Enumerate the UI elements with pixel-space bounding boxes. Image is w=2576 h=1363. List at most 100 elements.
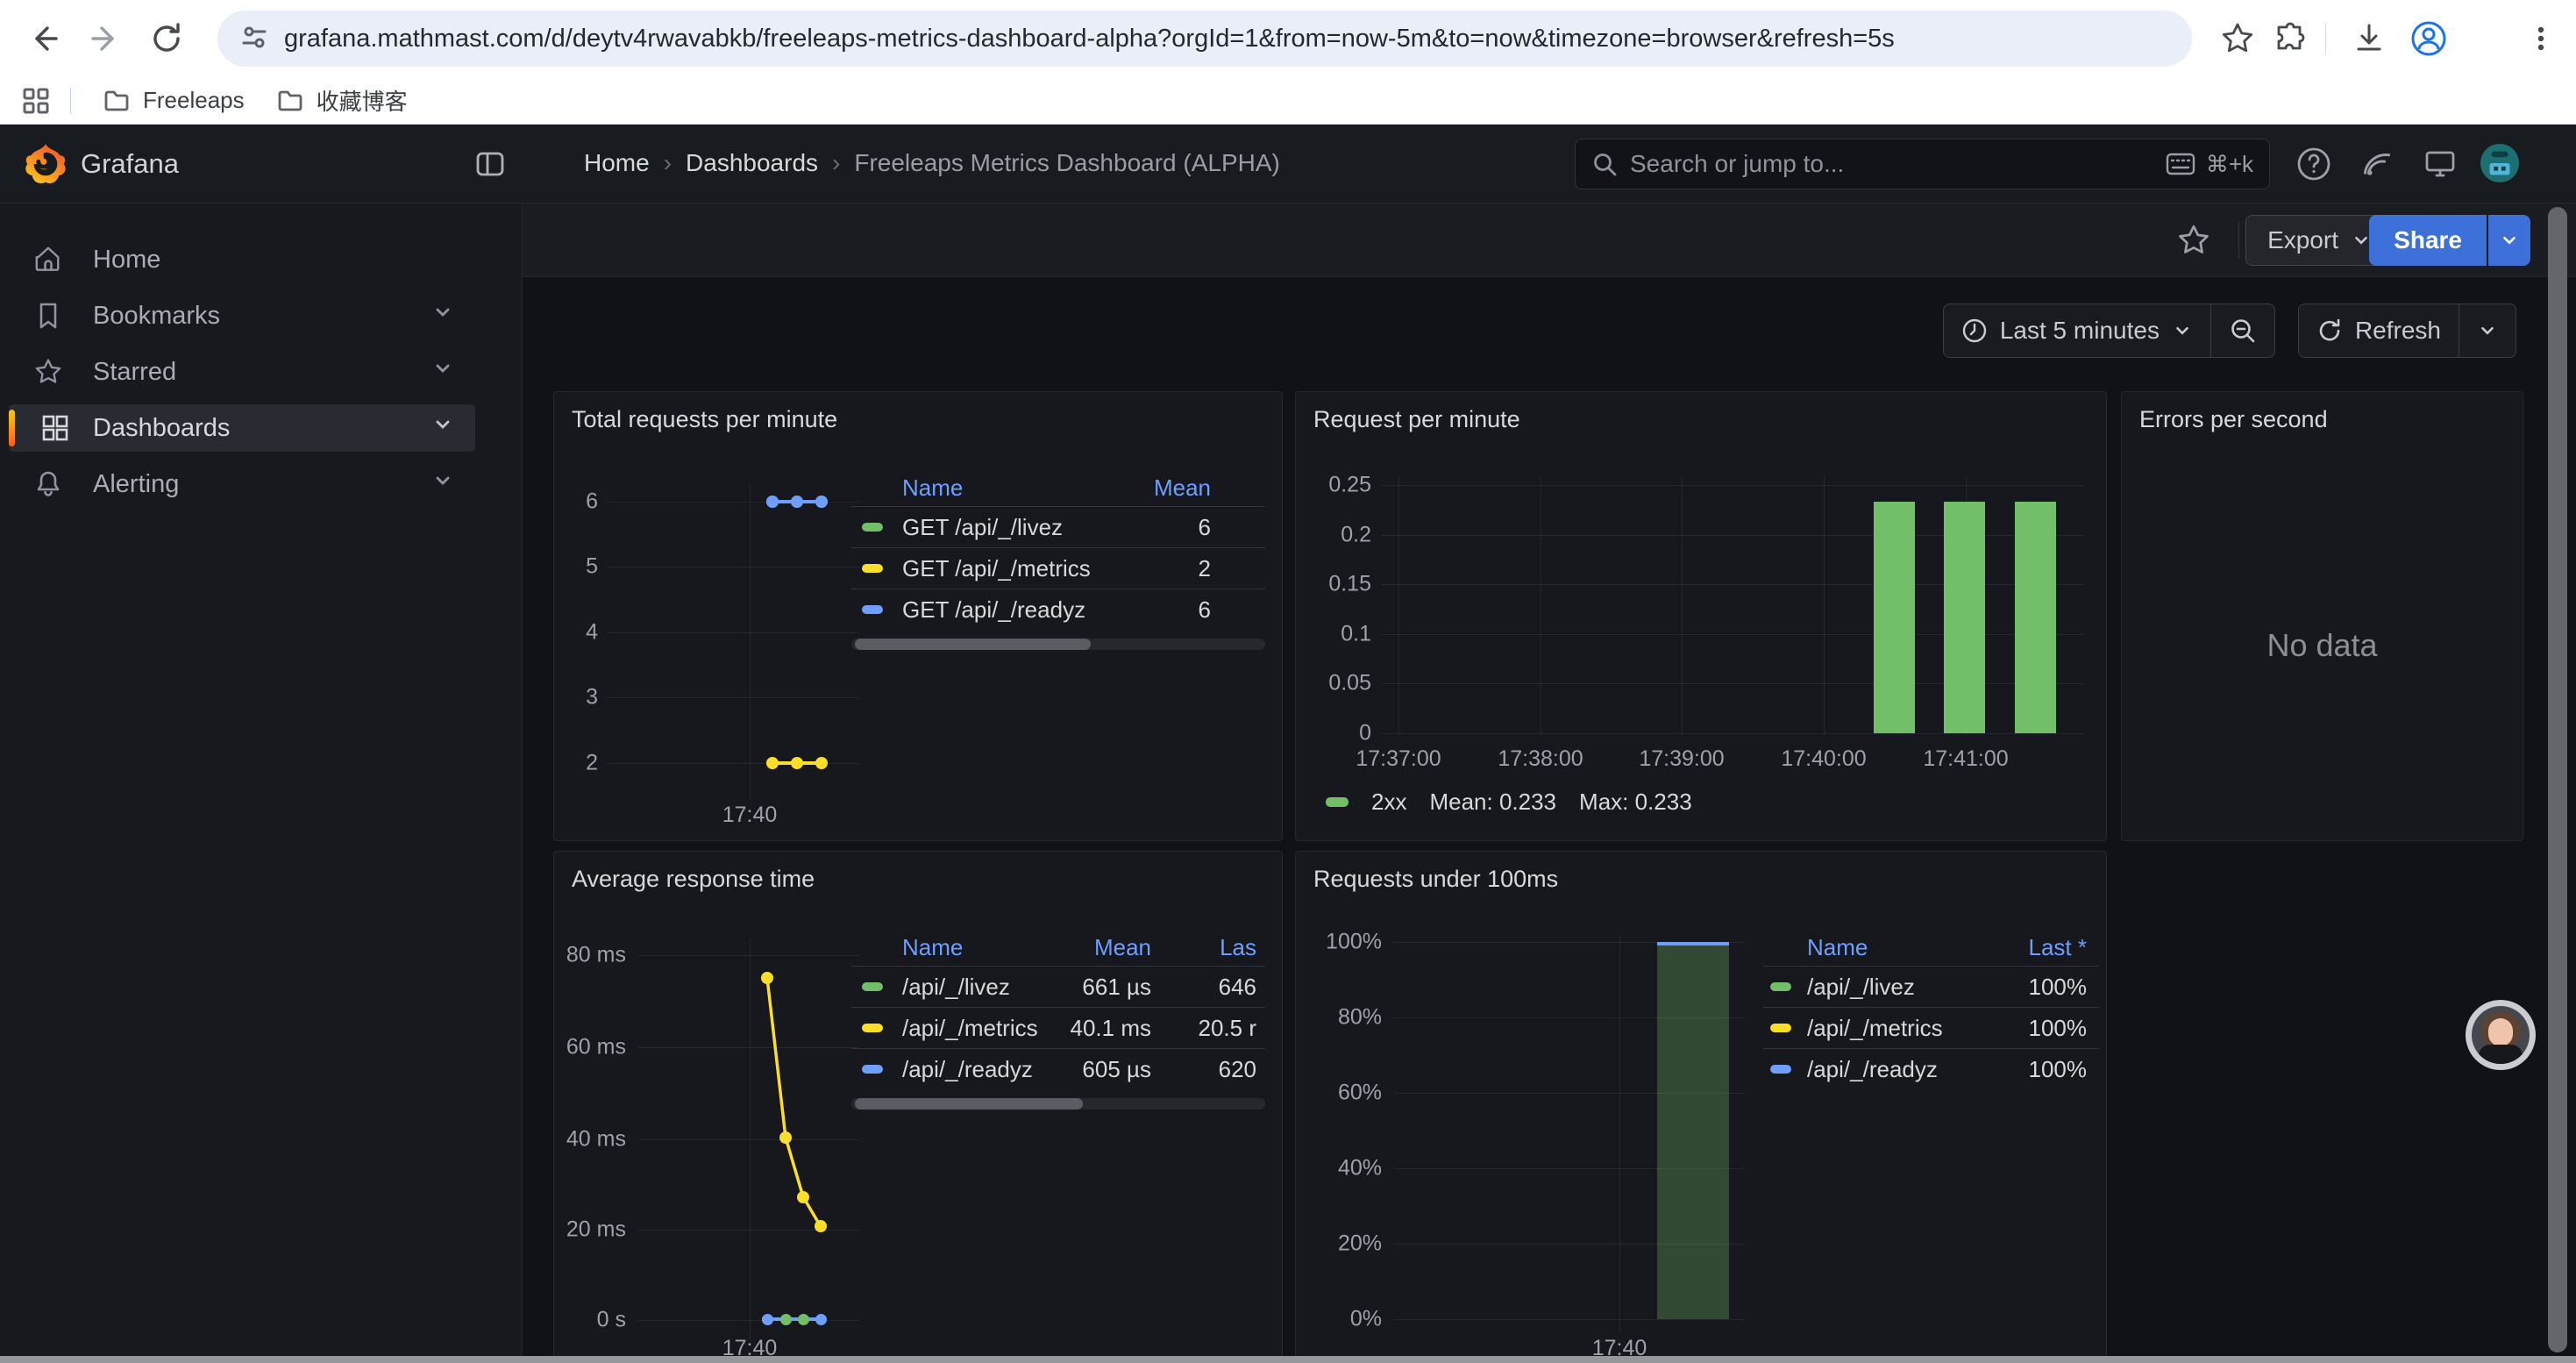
grafana-logo[interactable]	[25, 143, 67, 185]
floating-assistant-avatar[interactable]	[2466, 1000, 2536, 1070]
legend-row[interactable]: /api/_/readyz 605 µs 620	[851, 1048, 1265, 1089]
legend[interactable]: 2xx Mean: 0.233 Max: 0.233	[1326, 789, 1692, 816]
search-shortcut: ⌘+k	[2206, 151, 2253, 178]
panel-title[interactable]: Total requests per minute	[572, 406, 837, 433]
news-button[interactable]	[2357, 144, 2397, 184]
legend-col-mean[interactable]: Mean	[1110, 475, 1211, 502]
time-range-picker[interactable]: Last 5 minutes	[1944, 304, 2210, 357]
browser-menu-button[interactable]	[2518, 14, 2564, 63]
legend-header: Name Mean Las	[851, 929, 1265, 966]
legend-col-last[interactable]: Last *	[1982, 934, 2087, 961]
legend-row[interactable]: GET /api/_/readyz 6	[851, 589, 1265, 630]
page-vertical-scrollbar[interactable]	[2548, 207, 2567, 1352]
legend-col-name[interactable]: Name	[902, 934, 1050, 961]
legend-col-last[interactable]: Las	[1151, 934, 1256, 961]
gridline	[607, 632, 859, 633]
back-button[interactable]	[19, 14, 68, 63]
apps-grid-button[interactable]	[21, 86, 51, 116]
series-max: Max: 0.233	[1579, 789, 1692, 816]
breadcrumb-home[interactable]: Home	[584, 149, 650, 177]
export-label: Export	[2267, 226, 2338, 254]
data-point	[815, 1314, 827, 1325]
legend-row[interactable]: /api/_/livez 661 µs 646	[851, 966, 1265, 1007]
series-name[interactable]: 2xx	[1371, 789, 1406, 816]
reload-icon	[149, 21, 184, 56]
legend-scrollbar-thumb[interactable]	[855, 639, 1091, 650]
series-color-pill	[862, 605, 883, 614]
help-icon	[2295, 146, 2332, 182]
sidebar-item-starred[interactable]: Starred	[9, 348, 475, 396]
series-name[interactable]: /api/_/livez	[902, 974, 1050, 1001]
zoom-out-button[interactable]	[2211, 304, 2274, 357]
bookmark-label: 收藏博客	[317, 84, 408, 117]
series-name[interactable]: /api/_/readyz	[1807, 1056, 1982, 1083]
gridline	[1382, 485, 2083, 486]
legend-scrollbar[interactable]	[851, 639, 1265, 650]
sidebar-item-alerting[interactable]: Alerting	[9, 460, 475, 508]
sidebar-item-label: Bookmarks	[93, 302, 220, 331]
page-horizontal-scrollbar[interactable]	[0, 1356, 2576, 1363]
favorite-dashboard-button[interactable]	[2176, 223, 2211, 262]
chevron-down-icon[interactable]	[431, 357, 454, 387]
legend-scrollbar[interactable]	[851, 1098, 1265, 1110]
star-icon	[2221, 22, 2254, 55]
panel-title[interactable]: Requests under 100ms	[1313, 866, 1558, 893]
panel-title[interactable]: Errors per second	[2139, 406, 2328, 433]
dock-icon	[473, 147, 507, 181]
url-bar[interactable]: grafana.mathmast.com/d/deytv4rwavabkb/fr…	[217, 11, 2192, 67]
legend-row[interactable]: /api/_/metrics 40.1 ms 20.5 r	[851, 1007, 1265, 1048]
refresh-interval-button[interactable]	[2459, 304, 2516, 357]
series-name[interactable]: /api/_/livez	[1807, 974, 1982, 1001]
refresh-button[interactable]: Refresh	[2299, 304, 2459, 357]
series-name[interactable]: GET /api/_/livez	[902, 514, 1110, 541]
panel-title[interactable]: Request per minute	[1313, 406, 1520, 433]
dock-sidebar-toggle[interactable]	[473, 147, 507, 185]
gridline	[638, 955, 859, 956]
share-split-button: Share	[2369, 215, 2530, 266]
profile-button[interactable]	[2406, 14, 2451, 63]
sidebar-item-bookmarks[interactable]: Bookmarks	[9, 292, 475, 339]
legend-row[interactable]: /api/_/readyz 100%	[1763, 1048, 2099, 1089]
bookmark-folder-freeleaps[interactable]: Freeleaps	[87, 82, 260, 120]
user-avatar-button[interactable]	[2480, 143, 2520, 183]
sidebar-item-dashboards[interactable]: Dashboards	[9, 404, 475, 452]
star-icon	[2176, 223, 2211, 258]
chevron-down-icon[interactable]	[431, 301, 454, 331]
url-text[interactable]: grafana.mathmast.com/d/deytv4rwavabkb/fr…	[284, 25, 1895, 54]
chevron-down-icon[interactable]	[431, 413, 454, 443]
series-name[interactable]: /api/_/metrics	[902, 1015, 1050, 1042]
forward-button[interactable]	[81, 14, 130, 63]
legend-col-name[interactable]: Name	[902, 475, 1110, 502]
share-menu-button[interactable]	[2488, 215, 2530, 266]
bar	[1657, 942, 1729, 1319]
site-settings-icon[interactable]	[238, 21, 270, 57]
legend-row[interactable]: /api/_/livez 100%	[1763, 966, 2099, 1007]
panel-title[interactable]: Average response time	[572, 866, 815, 893]
legend-row[interactable]: GET /api/_/livez 6	[851, 506, 1265, 547]
downloads-button[interactable]	[2346, 14, 2392, 63]
data-point	[791, 496, 803, 508]
legend-scrollbar-thumb[interactable]	[855, 1098, 1083, 1110]
legend-col-name[interactable]: Name	[1807, 934, 1982, 961]
extensions-button[interactable]	[2267, 14, 2313, 63]
sidebar-item-home[interactable]: Home	[9, 236, 475, 283]
series-name[interactable]: GET /api/_/metrics	[902, 555, 1110, 582]
chevron-down-icon[interactable]	[431, 469, 454, 499]
series-name[interactable]: /api/_/metrics	[1807, 1015, 1982, 1042]
series-name[interactable]: GET /api/_/readyz	[902, 596, 1110, 624]
share-button[interactable]: Share	[2369, 215, 2487, 266]
legend-row[interactable]: /api/_/metrics 100%	[1763, 1007, 2099, 1048]
reload-button[interactable]	[142, 14, 191, 63]
legend-row[interactable]: GET /api/_/metrics 2	[851, 547, 1265, 589]
kiosk-mode-button[interactable]	[2420, 144, 2460, 184]
forward-icon	[88, 21, 123, 56]
help-button[interactable]	[2294, 144, 2334, 184]
series-name[interactable]: /api/_/readyz	[902, 1056, 1050, 1083]
bookmark-star-button[interactable]	[2215, 14, 2260, 63]
search-input[interactable]: Search or jump to... ⌘+k	[1575, 139, 2270, 189]
legend-col-mean[interactable]: Mean	[1050, 934, 1151, 961]
gridline	[1398, 476, 1399, 736]
monitor-icon	[2422, 146, 2459, 182]
breadcrumb-dashboards[interactable]: Dashboards	[686, 149, 818, 177]
bookmark-folder-blogs[interactable]: 收藏博客	[260, 82, 423, 120]
